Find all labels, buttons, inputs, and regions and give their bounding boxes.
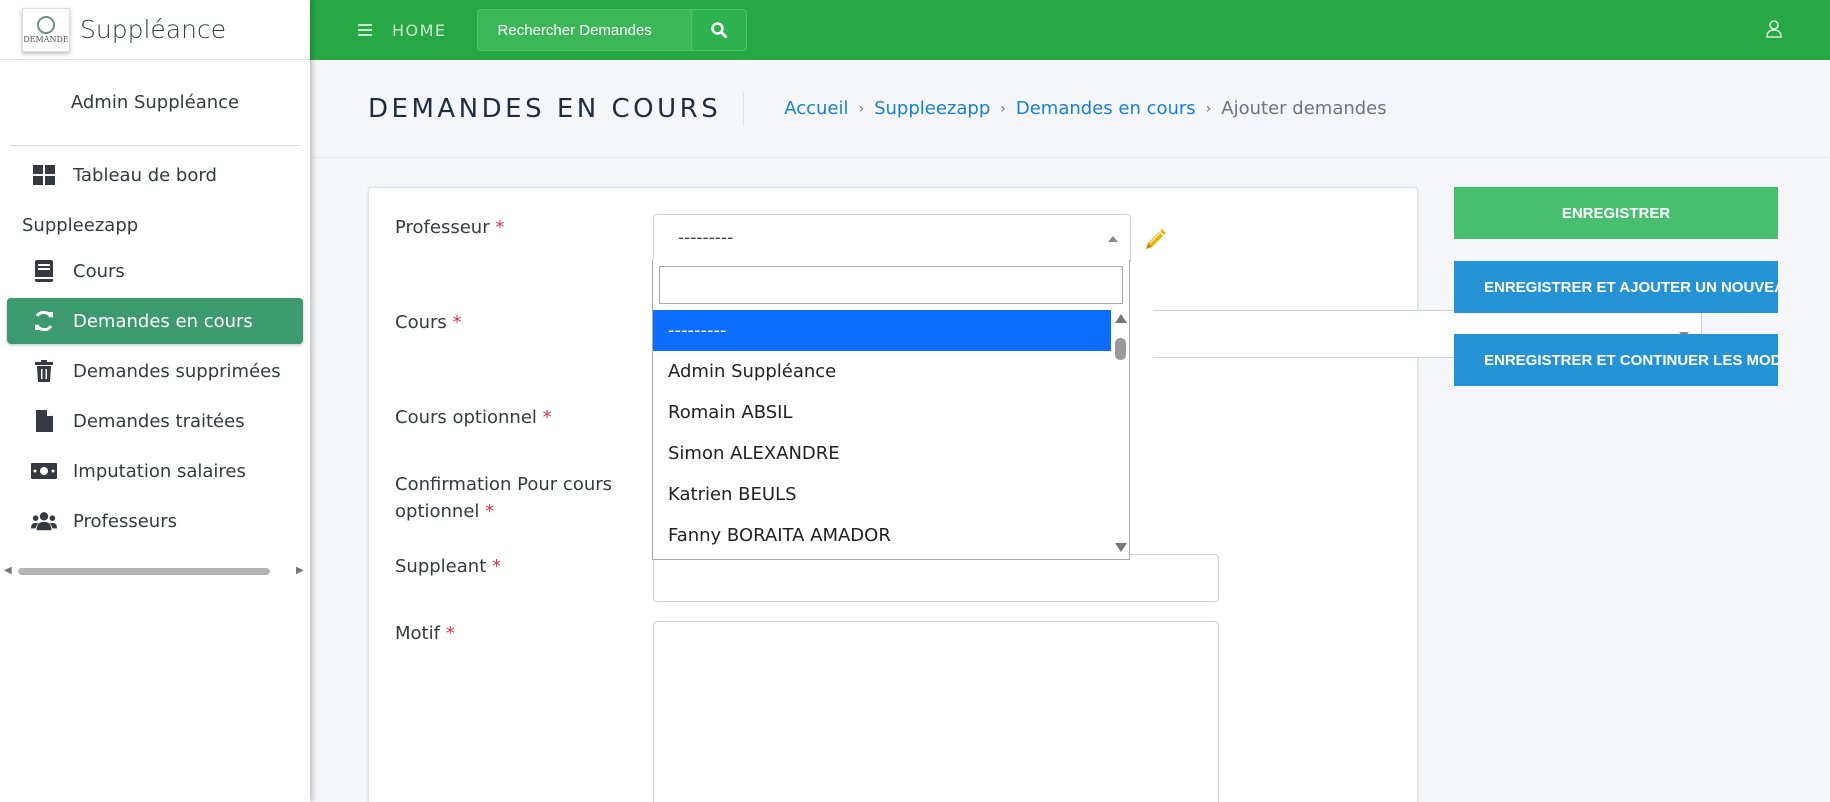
top-navbar: HOME bbox=[310, 0, 1830, 60]
app-logo: DEMANDE bbox=[22, 7, 70, 52]
breadcrumb: Accueil › Suppleezapp › Demandes en cour… bbox=[784, 98, 1386, 119]
cours-optionnel-label: Cours optionnel * bbox=[395, 407, 552, 428]
search-input[interactable] bbox=[476, 9, 691, 51]
dropdown-option[interactable]: Admin Suppléance bbox=[653, 351, 1111, 392]
sidebar-item-label: Cours bbox=[73, 260, 125, 282]
sidebar-item-label: Demandes supprimées bbox=[73, 360, 281, 382]
money-icon bbox=[31, 458, 57, 484]
professeur-dropdown: --------- Admin Suppléance Romain ABSIL … bbox=[652, 260, 1130, 560]
dropdown-option[interactable]: --------- bbox=[653, 310, 1111, 351]
dropdown-option[interactable]: Katrien BEULS bbox=[653, 474, 1111, 515]
sidebar-item-imputation-salaires[interactable]: Imputation salaires bbox=[7, 448, 303, 494]
sidebar-item-label: Demandes en cours bbox=[73, 310, 253, 332]
sidebar-item-professeurs[interactable]: Professeurs bbox=[7, 498, 303, 544]
sidebar-item-label: Imputation salaires bbox=[73, 460, 246, 482]
sync-icon bbox=[31, 308, 57, 334]
pencil-icon[interactable] bbox=[1145, 228, 1167, 254]
nav-section-header: Suppleezapp bbox=[22, 214, 139, 236]
confirmation-label: Confirmation Pour cours optionnel * bbox=[395, 474, 613, 522]
motif-textarea[interactable] bbox=[653, 621, 1219, 802]
breadcrumb-separator: › bbox=[1205, 100, 1212, 117]
users-icon bbox=[31, 508, 57, 534]
breadcrumb-current: Ajouter demandes bbox=[1221, 98, 1387, 119]
professeur-select[interactable]: --------- bbox=[653, 214, 1131, 262]
sidebar-scrollbar[interactable]: ◀ ▶ bbox=[4, 564, 304, 578]
user-menu-icon[interactable] bbox=[1766, 20, 1782, 42]
dropdown-option[interactable]: Fanny BORAITA AMADOR bbox=[653, 515, 1111, 556]
scroll-down-icon[interactable] bbox=[1115, 543, 1127, 552]
search-button[interactable] bbox=[690, 9, 747, 51]
breadcrumb-demandes-en-cours[interactable]: Demandes en cours bbox=[1016, 98, 1196, 119]
menu-toggle-icon[interactable] bbox=[358, 24, 378, 36]
book-icon bbox=[31, 258, 57, 284]
motif-label: Motif * bbox=[395, 623, 455, 644]
save-and-continue-button[interactable]: ENREGISTRER ET CONTINUER LES MODIFICATIO… bbox=[1454, 334, 1778, 386]
sidebar-item-label: Professeurs bbox=[73, 510, 177, 532]
dropdown-option[interactable]: Simon ALEXANDRE bbox=[653, 433, 1111, 474]
dropdown-search-input[interactable] bbox=[659, 266, 1123, 304]
trash-icon bbox=[31, 358, 57, 384]
sidebar-item-label: Tableau de bord bbox=[73, 164, 217, 186]
suppleant-label: Suppleant * bbox=[395, 556, 501, 577]
file-icon bbox=[31, 408, 57, 434]
dropdown-option[interactable]: Romain ABSIL bbox=[653, 392, 1111, 433]
breadcrumb-separator: › bbox=[858, 100, 865, 117]
app-title: Suppléance bbox=[80, 15, 227, 44]
search-icon bbox=[710, 22, 727, 38]
breadcrumb-suppleezapp[interactable]: Suppleezapp bbox=[874, 98, 990, 119]
suppleant-input[interactable] bbox=[653, 554, 1219, 602]
navbar-search bbox=[476, 9, 747, 51]
page-title: DEMANDES EN COURS bbox=[368, 91, 745, 126]
sidebar-item-cours[interactable]: Cours bbox=[7, 248, 303, 294]
home-link[interactable]: HOME bbox=[392, 21, 447, 40]
scrollbar-thumb[interactable] bbox=[1115, 338, 1126, 360]
user-name: Admin Suppléance bbox=[70, 92, 240, 113]
cours-label: Cours * bbox=[395, 312, 462, 333]
content-header: DEMANDES EN COURS Accueil › Suppleezapp … bbox=[310, 60, 1830, 158]
sidebar-item-demandes-supprimees[interactable]: Demandes supprimées bbox=[7, 348, 303, 394]
sidebar-item-tableau-de-bord[interactable]: Tableau de bord bbox=[7, 152, 303, 198]
sidebar-item-label: Demandes traitées bbox=[73, 410, 245, 432]
scrollbar-thumb[interactable] bbox=[18, 567, 270, 575]
scroll-up-icon[interactable] bbox=[1115, 314, 1127, 323]
professeur-label: Professeur * bbox=[395, 217, 505, 238]
professeur-selected-value: --------- bbox=[678, 228, 734, 248]
scroll-right-icon[interactable]: ▶ bbox=[296, 566, 304, 576]
breadcrumb-separator: › bbox=[1000, 100, 1006, 117]
dropdown-scrollbar[interactable] bbox=[1111, 310, 1129, 560]
sidebar-item-demandes-traitees[interactable]: Demandes traitées bbox=[7, 398, 303, 444]
dropdown-options: --------- Admin Suppléance Romain ABSIL … bbox=[653, 310, 1111, 556]
brand-link[interactable]: DEMANDE Suppléance bbox=[0, 0, 310, 60]
sidebar: DEMANDE Suppléance Admin Suppléance Tabl… bbox=[0, 0, 310, 802]
save-button[interactable]: ENREGISTRER bbox=[1454, 187, 1778, 239]
user-panel[interactable]: Admin Suppléance bbox=[10, 60, 300, 146]
save-and-add-button[interactable]: ENREGISTRER ET AJOUTER UN NOUVEAU bbox=[1454, 261, 1778, 313]
sidebar-item-demandes-en-cours[interactable]: Demandes en cours bbox=[7, 298, 303, 344]
scroll-left-icon[interactable]: ◀ bbox=[4, 566, 12, 576]
breadcrumb-accueil[interactable]: Accueil bbox=[784, 98, 848, 119]
sidebar-nav: Tableau de bord Suppleezapp Cours Demand… bbox=[0, 146, 310, 544]
dashboard-icon bbox=[31, 162, 57, 188]
caret-up-icon bbox=[1108, 236, 1118, 242]
